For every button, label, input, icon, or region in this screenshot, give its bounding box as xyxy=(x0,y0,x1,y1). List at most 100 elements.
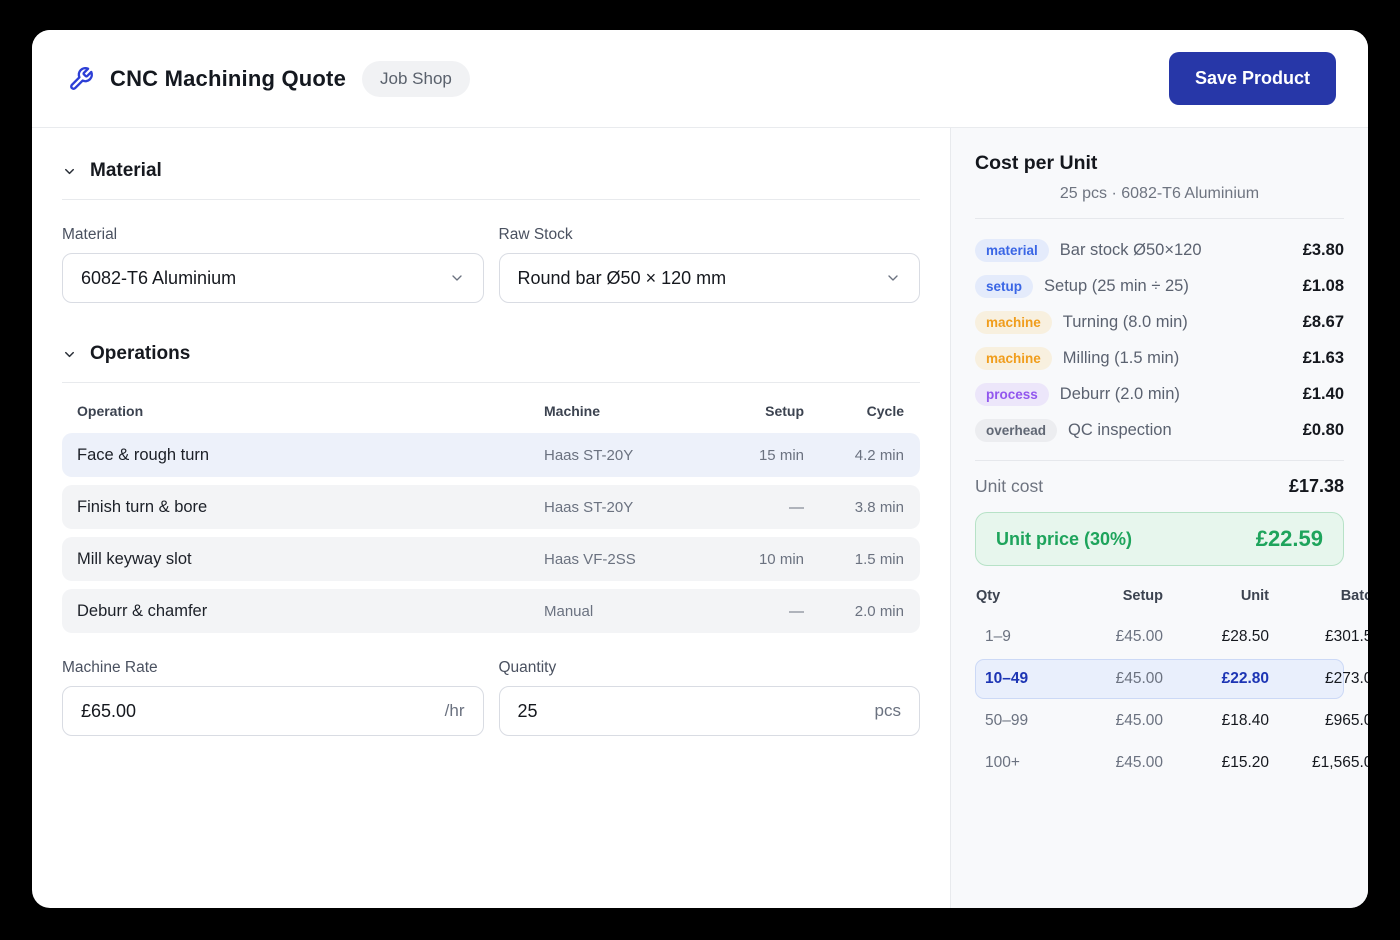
operation-row[interactable]: Deburr & chamfer Manual — 2.0 min xyxy=(62,589,920,633)
machine-rate-input[interactable]: £65.00 /hr xyxy=(62,686,484,736)
material-field: Material 6082-T6 Aluminium xyxy=(62,226,484,303)
chevron-down-icon xyxy=(885,270,901,286)
operation-name: Mill keyway slot xyxy=(77,550,544,569)
quantity-break-table: Qty Setup Unit Batch 1–9 £45.00 £28.50 £… xyxy=(975,582,1368,784)
operation-cycle: 2.0 min xyxy=(804,603,904,620)
chevron-down-icon xyxy=(62,164,77,179)
operation-setup: 10 min xyxy=(704,551,804,568)
chevron-down-icon xyxy=(62,347,77,362)
tag-machine: machine xyxy=(975,347,1052,370)
cost-summary-panel: Cost per Unit 25 pcs · 6082-T6 Aluminium… xyxy=(950,128,1368,908)
quantity-field: Quantity 25 pcs xyxy=(499,659,921,736)
material-label: Material xyxy=(62,226,484,244)
quantity-suffix: pcs xyxy=(875,701,901,721)
column-header-qty: Qty xyxy=(975,588,1039,604)
qty-tier-row[interactable]: 1–9 £45.00 £28.50 £301.50 xyxy=(975,616,1368,658)
operations-section-title: Operations xyxy=(90,343,190,365)
material-section-title: Material xyxy=(90,160,162,182)
tier-setup: £45.00 xyxy=(1039,670,1163,688)
cost-line-item: overhead QC inspection £0.80 xyxy=(975,412,1344,448)
tag-machine: machine xyxy=(975,311,1052,334)
column-header-machine: Machine xyxy=(544,403,704,419)
column-header-unit: Unit xyxy=(1163,588,1269,604)
column-header-batch: Batch xyxy=(1269,588,1368,604)
operation-machine: Haas VF-2SS xyxy=(544,551,704,568)
tag-material: material xyxy=(975,239,1049,262)
unit-cost-amount: £17.38 xyxy=(1289,476,1344,497)
material-section-toggle[interactable]: Material xyxy=(62,160,920,182)
tier-unit: £22.80 xyxy=(1163,670,1269,688)
tier-qty: 50–99 xyxy=(975,712,1039,730)
operation-cycle: 3.8 min xyxy=(804,499,904,516)
line-amount: £0.80 xyxy=(1303,421,1344,440)
unit-price-label: Unit price (30%) xyxy=(996,529,1132,550)
material-select-value: 6082-T6 Aluminium xyxy=(81,268,236,289)
summary-title: Cost per Unit xyxy=(975,152,1344,175)
operation-name: Finish turn & bore xyxy=(77,498,544,517)
machine-rate-label: Machine Rate xyxy=(62,659,484,677)
tier-batch: £273.00 xyxy=(1269,670,1368,688)
tag-setup: setup xyxy=(975,275,1033,298)
operation-row[interactable]: Face & rough turn Haas ST-20Y 15 min 4.2… xyxy=(62,433,920,477)
unit-cost-row: Unit cost £17.38 xyxy=(975,476,1344,497)
operation-row[interactable]: Mill keyway slot Haas VF-2SS 10 min 1.5 … xyxy=(62,537,920,581)
unit-cost-label: Unit cost xyxy=(975,476,1043,497)
cost-summary-inner: Cost per Unit 25 pcs · 6082-T6 Aluminium… xyxy=(975,152,1344,566)
raw-stock-label: Raw Stock xyxy=(499,226,921,244)
tier-unit: £28.50 xyxy=(1163,628,1269,646)
qty-tier-row[interactable]: 100+ £45.00 £15.20 £1,565.00 xyxy=(975,742,1368,784)
tag-process: process xyxy=(975,383,1049,406)
cost-line-items: material Bar stock Ø50×120 £3.80 setup S… xyxy=(975,219,1344,460)
quantity-break-header: Qty Setup Unit Batch xyxy=(975,582,1368,616)
line-amount: £1.40 xyxy=(1303,385,1344,404)
tier-setup: £45.00 xyxy=(1039,628,1163,646)
divider xyxy=(62,199,920,200)
machine-rate-value: £65.00 xyxy=(81,701,136,722)
line-label: Bar stock Ø50×120 xyxy=(1060,241,1202,260)
tier-qty: 100+ xyxy=(975,754,1039,772)
qty-tier-row[interactable]: 50–99 £45.00 £18.40 £965.00 xyxy=(975,700,1368,742)
tier-setup: £45.00 xyxy=(1039,754,1163,772)
line-amount: £8.67 xyxy=(1303,313,1344,332)
operation-setup: — xyxy=(704,499,804,516)
line-label: Setup (25 min ÷ 25) xyxy=(1044,277,1189,296)
tier-batch: £1,565.00 xyxy=(1269,754,1368,772)
line-amount: £1.63 xyxy=(1303,349,1344,368)
header-left: CNC Machining Quote Job Shop xyxy=(68,61,470,97)
operation-name: Deburr & chamfer xyxy=(77,602,544,621)
operation-name: Face & rough turn xyxy=(77,446,544,465)
line-label: Deburr (2.0 min) xyxy=(1060,385,1180,404)
page-title: CNC Machining Quote xyxy=(110,66,346,92)
line-amount: £3.80 xyxy=(1303,241,1344,260)
column-header-cycle: Cycle xyxy=(804,403,904,419)
divider xyxy=(975,460,1344,461)
chevron-down-icon xyxy=(449,270,465,286)
app-card: CNC Machining Quote Job Shop Save Produc… xyxy=(32,30,1368,908)
operation-machine: Haas ST-20Y xyxy=(544,499,704,516)
raw-stock-select-value: Round bar Ø50 × 120 mm xyxy=(518,268,727,289)
qty-tier-row-selected[interactable]: 10–49 £45.00 £22.80 £273.00 xyxy=(975,658,1368,700)
cost-line-item: machine Turning (8.0 min) £8.67 xyxy=(975,304,1344,340)
unit-price-box: Unit price (30%) £22.59 xyxy=(975,512,1344,566)
line-label: Turning (8.0 min) xyxy=(1063,313,1188,332)
operation-setup: — xyxy=(704,603,804,620)
operations-section-toggle[interactable]: Operations xyxy=(62,343,920,365)
operations-table-header: Operation Machine Setup Cycle xyxy=(62,383,920,433)
quantity-label: Quantity xyxy=(499,659,921,677)
material-fields: Material 6082-T6 Aluminium Raw Stock Rou… xyxy=(62,226,920,303)
cost-line-item: material Bar stock Ø50×120 £3.80 xyxy=(975,232,1344,268)
operation-cycle: 4.2 min xyxy=(804,447,904,464)
material-select[interactable]: 6082-T6 Aluminium xyxy=(62,253,484,303)
quantity-input[interactable]: 25 pcs xyxy=(499,686,921,736)
tier-setup: £45.00 xyxy=(1039,712,1163,730)
tier-qty: 1–9 xyxy=(975,628,1039,646)
summary-subtitle: 25 pcs · 6082-T6 Aluminium xyxy=(975,185,1344,203)
shop-type-badge: Job Shop xyxy=(362,61,470,97)
quantity-value: 25 xyxy=(518,701,538,722)
tier-unit: £15.20 xyxy=(1163,754,1269,772)
operation-row[interactable]: Finish turn & bore Haas ST-20Y — 3.8 min xyxy=(62,485,920,529)
raw-stock-select[interactable]: Round bar Ø50 × 120 mm xyxy=(499,253,921,303)
save-product-button[interactable]: Save Product xyxy=(1169,52,1336,105)
operation-machine: Haas ST-20Y xyxy=(544,447,704,464)
line-label: QC inspection xyxy=(1068,421,1172,440)
